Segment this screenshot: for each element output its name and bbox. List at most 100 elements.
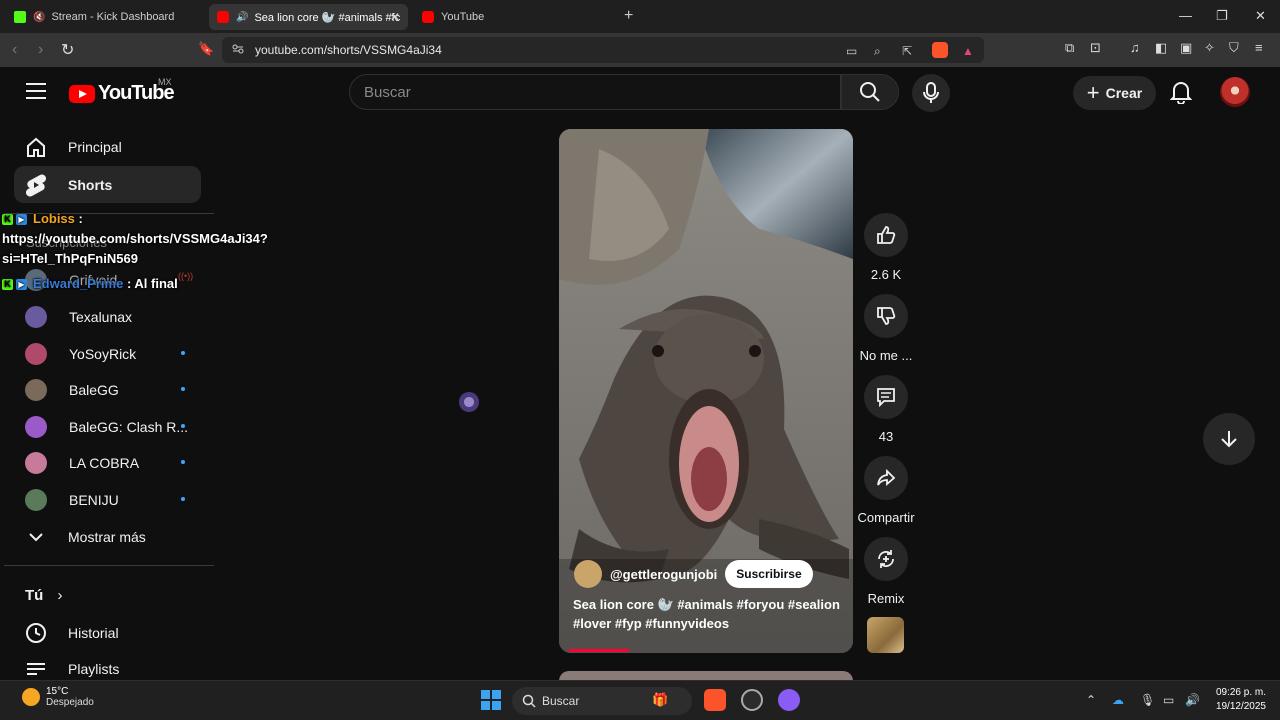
sidebar-item-label: Principal bbox=[68, 138, 122, 155]
remix-label: Remix bbox=[867, 591, 905, 606]
notifications-bell-icon[interactable] bbox=[1170, 80, 1192, 104]
sidebar-toggle-icon[interactable]: ◧ bbox=[1155, 40, 1167, 56]
taskbar-search[interactable]: Buscar 🎁 bbox=[512, 687, 692, 715]
subscribe-button[interactable]: Suscribirse bbox=[725, 560, 813, 588]
sound-thumbnail[interactable] bbox=[867, 617, 904, 653]
chat-message: K ▶ Edward_Prime : Al final bbox=[2, 276, 178, 291]
network-icon[interactable]: ▭ bbox=[1163, 693, 1174, 707]
onedrive-icon[interactable]: ☁ bbox=[1112, 693, 1124, 707]
sidebar-item-balegg[interactable]: BaleGG bbox=[14, 371, 201, 408]
brave-browser-icon[interactable] bbox=[704, 689, 726, 711]
chat-username: Lobiss bbox=[33, 211, 75, 226]
browser-menu-icon[interactable]: ≡ bbox=[1255, 40, 1263, 55]
tab-title: YouTube bbox=[441, 11, 485, 23]
channel-handle[interactable]: @gettlerogunjobi bbox=[610, 567, 717, 582]
search-input[interactable]: Buscar bbox=[349, 74, 841, 110]
account-avatar[interactable] bbox=[1220, 77, 1250, 107]
short-channel-info: @gettlerogunjobi Suscribirse bbox=[574, 560, 813, 588]
share-action[interactable]: Compartir bbox=[857, 456, 915, 525]
remix-action[interactable]: Remix bbox=[857, 537, 915, 606]
muted-speaker-icon: 🔇 bbox=[33, 11, 46, 23]
sidebar: Principal Shorts Suscripciones Grifvoid … bbox=[0, 67, 214, 677]
brave-shield-icon[interactable] bbox=[932, 42, 948, 58]
new-tab-icon[interactable]: + bbox=[624, 7, 633, 25]
comments-button[interactable] bbox=[864, 375, 908, 419]
brave-rewards-icon[interactable]: ▲ bbox=[962, 44, 974, 58]
back-icon[interactable]: ‹ bbox=[12, 41, 17, 59]
speaker-icon: 🔊 bbox=[236, 11, 249, 23]
dislike-button[interactable] bbox=[864, 294, 908, 338]
sidebar-item-label: Texalunax bbox=[69, 308, 133, 325]
clock-date: 19/12/2025 bbox=[1215, 701, 1266, 712]
show-hidden-icons-icon[interactable]: ⌃ bbox=[1086, 693, 1096, 707]
show-more-button[interactable]: Mostrar más bbox=[14, 518, 201, 555]
sidebar-item-yosoyrick[interactable]: YoSoyRick bbox=[14, 335, 201, 372]
share-icon[interactable]: ⇱ bbox=[902, 44, 912, 58]
sidebar-item-texalunax[interactable]: Texalunax bbox=[14, 298, 201, 335]
zoom-icon[interactable]: ⌕ bbox=[874, 44, 881, 59]
close-tab-icon[interactable]: ✕ bbox=[390, 10, 400, 24]
channel-avatar bbox=[25, 378, 47, 401]
reload-icon[interactable]: ↻ bbox=[61, 40, 74, 60]
sidebar-divider bbox=[4, 565, 214, 566]
weather-widget[interactable]: 15°C Despejado bbox=[22, 686, 94, 708]
chat-message-text: Al final bbox=[134, 276, 178, 291]
dislike-action[interactable]: No me ... bbox=[857, 294, 915, 363]
media-icon[interactable]: ♫ bbox=[1130, 40, 1140, 55]
cast-icon[interactable]: ▭ bbox=[846, 44, 857, 58]
tab-search-icon[interactable]: ⊡ bbox=[1090, 40, 1101, 56]
kick-badge-icon: K bbox=[2, 279, 13, 291]
chat-app-icon[interactable] bbox=[778, 689, 800, 711]
you-section-heading[interactable]: Tú › bbox=[25, 587, 63, 604]
sidebar-item-label: Shorts bbox=[68, 176, 113, 193]
microphone-tray-icon[interactable]: 🎙 bbox=[1140, 693, 1155, 707]
taskbar-clock[interactable]: 09:26 p. m. 19/12/2025 bbox=[1206, 686, 1266, 714]
thumbs-up-icon bbox=[877, 226, 896, 244]
chat-message: K ▶ Lobiss : bbox=[2, 211, 83, 226]
like-action[interactable]: 2.6 K bbox=[857, 213, 915, 282]
address-bar[interactable]: youtube.com/shorts/VSSMG4aJi34 ▭ ⌕ ⇱ ▲ bbox=[222, 37, 984, 63]
volume-icon[interactable]: 🔊 bbox=[1185, 693, 1200, 707]
site-settings-icon[interactable] bbox=[232, 43, 244, 55]
sidebar-item-la-cobra[interactable]: LA COBRA bbox=[14, 444, 201, 481]
obs-studio-icon[interactable] bbox=[741, 689, 763, 711]
sun-icon bbox=[22, 688, 40, 706]
maximize-icon[interactable]: ❐ bbox=[1216, 8, 1228, 24]
share-button[interactable] bbox=[864, 456, 908, 500]
search-icon bbox=[860, 82, 880, 102]
tab-title: Stream - Kick Dashboard bbox=[51, 11, 175, 23]
voice-search-button[interactable] bbox=[912, 74, 950, 112]
sidebar-item-shorts[interactable]: Shorts bbox=[14, 166, 201, 203]
search-button[interactable] bbox=[841, 74, 899, 110]
bookmark-icon[interactable]: 🔖 bbox=[198, 41, 214, 57]
weather-condition: Despejado bbox=[46, 697, 94, 708]
sidebar-item-beniju[interactable]: BENIJU bbox=[14, 481, 201, 518]
remix-button[interactable] bbox=[864, 537, 908, 581]
tab-kick-dashboard[interactable]: 🔇 Stream - Kick Dashboard bbox=[6, 4, 206, 30]
video-progress-bar[interactable] bbox=[569, 649, 629, 652]
like-button[interactable] bbox=[864, 213, 908, 257]
comments-action[interactable]: 43 bbox=[857, 375, 915, 444]
minimize-icon[interactable]: — bbox=[1179, 8, 1192, 23]
wallet-icon[interactable]: ▣ bbox=[1180, 40, 1192, 56]
sidebar-item-balegg-clash[interactable]: BaleGG: Clash R... bbox=[14, 408, 201, 445]
next-short-button[interactable] bbox=[1203, 413, 1255, 465]
chat-message-text: https://youtube.com/shorts/VSSMG4aJi34? bbox=[2, 231, 268, 246]
channel-avatar[interactable] bbox=[574, 560, 602, 588]
forward-icon[interactable]: › bbox=[38, 41, 43, 59]
sidebar-item-historial[interactable]: Historial bbox=[14, 614, 201, 651]
start-button-icon[interactable] bbox=[481, 690, 501, 710]
sidebar-item-principal[interactable]: Principal bbox=[14, 128, 201, 165]
sidebar-item-label: BaleGG bbox=[69, 381, 119, 398]
tab-sea-lion-short[interactable]: 🔊 Sea lion core 🦭 #animals #fc ✕ bbox=[209, 4, 408, 30]
vpn-icon[interactable]: ⛉ bbox=[1229, 40, 1239, 56]
sidebar-item-label: BENIJU bbox=[69, 491, 119, 508]
tab-youtube[interactable]: YouTube bbox=[414, 4, 614, 30]
close-window-icon[interactable]: ✕ bbox=[1255, 8, 1266, 24]
you-heading-text: Tú bbox=[25, 587, 44, 604]
temperature: 15°C bbox=[46, 686, 69, 697]
leo-ai-icon[interactable]: ✧ bbox=[1204, 40, 1215, 56]
create-button[interactable]: + Crear bbox=[1073, 76, 1156, 110]
youtube-favicon-icon bbox=[422, 11, 434, 23]
extensions-icon[interactable]: ⧉ bbox=[1065, 40, 1074, 56]
